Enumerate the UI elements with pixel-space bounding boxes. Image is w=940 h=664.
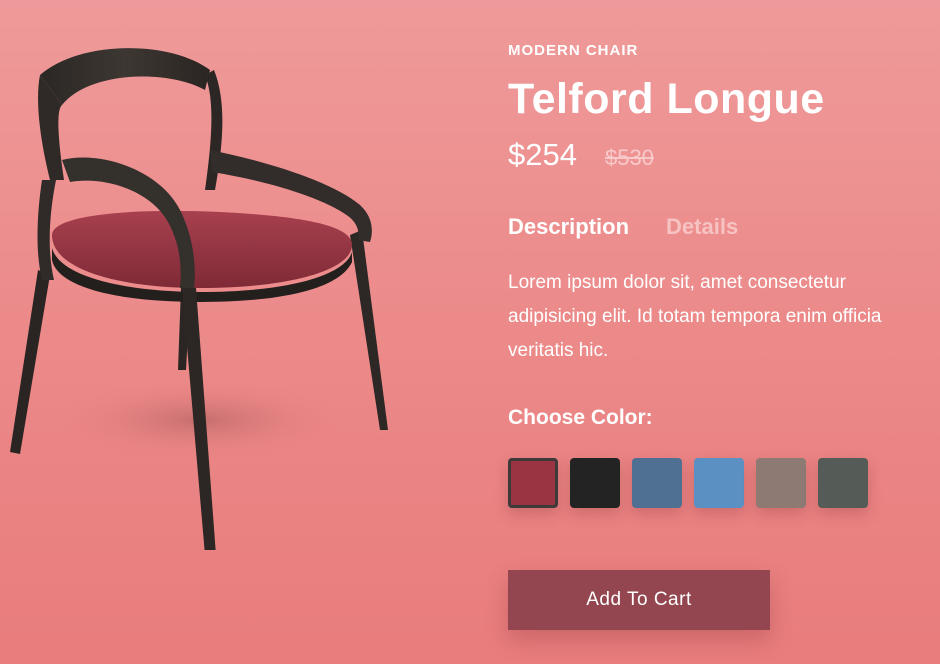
original-price: $530 bbox=[604, 145, 654, 170]
product-category: MODERN CHAIR bbox=[508, 42, 639, 59]
color-swatches bbox=[508, 458, 868, 508]
product-tabs: Description Details bbox=[508, 214, 738, 240]
swatch-denim-blue-fabric[interactable] bbox=[632, 458, 682, 508]
swatch-taupe-fabric[interactable] bbox=[756, 458, 806, 508]
chair-illustration bbox=[10, 48, 388, 550]
price-row: $254 $530 bbox=[508, 137, 654, 173]
add-to-cart-button[interactable]: Add To Cart bbox=[508, 570, 770, 630]
swatch-light-blue-fabric[interactable] bbox=[694, 458, 744, 508]
product-description: Lorem ipsum dolor sit, amet consectetur … bbox=[508, 272, 882, 361]
product-title: Telford Longue bbox=[508, 75, 825, 123]
swatch-grey-green-fabric[interactable] bbox=[818, 458, 868, 508]
tab-description[interactable]: Description bbox=[508, 214, 629, 240]
choose-color-label: Choose Color: bbox=[508, 406, 653, 429]
product-image bbox=[0, 30, 420, 550]
tab-details[interactable]: Details bbox=[666, 214, 738, 240]
swatch-black-fabric[interactable] bbox=[570, 458, 620, 508]
current-price: $254 bbox=[508, 137, 577, 172]
swatch-crimson-fabric[interactable] bbox=[508, 458, 558, 508]
